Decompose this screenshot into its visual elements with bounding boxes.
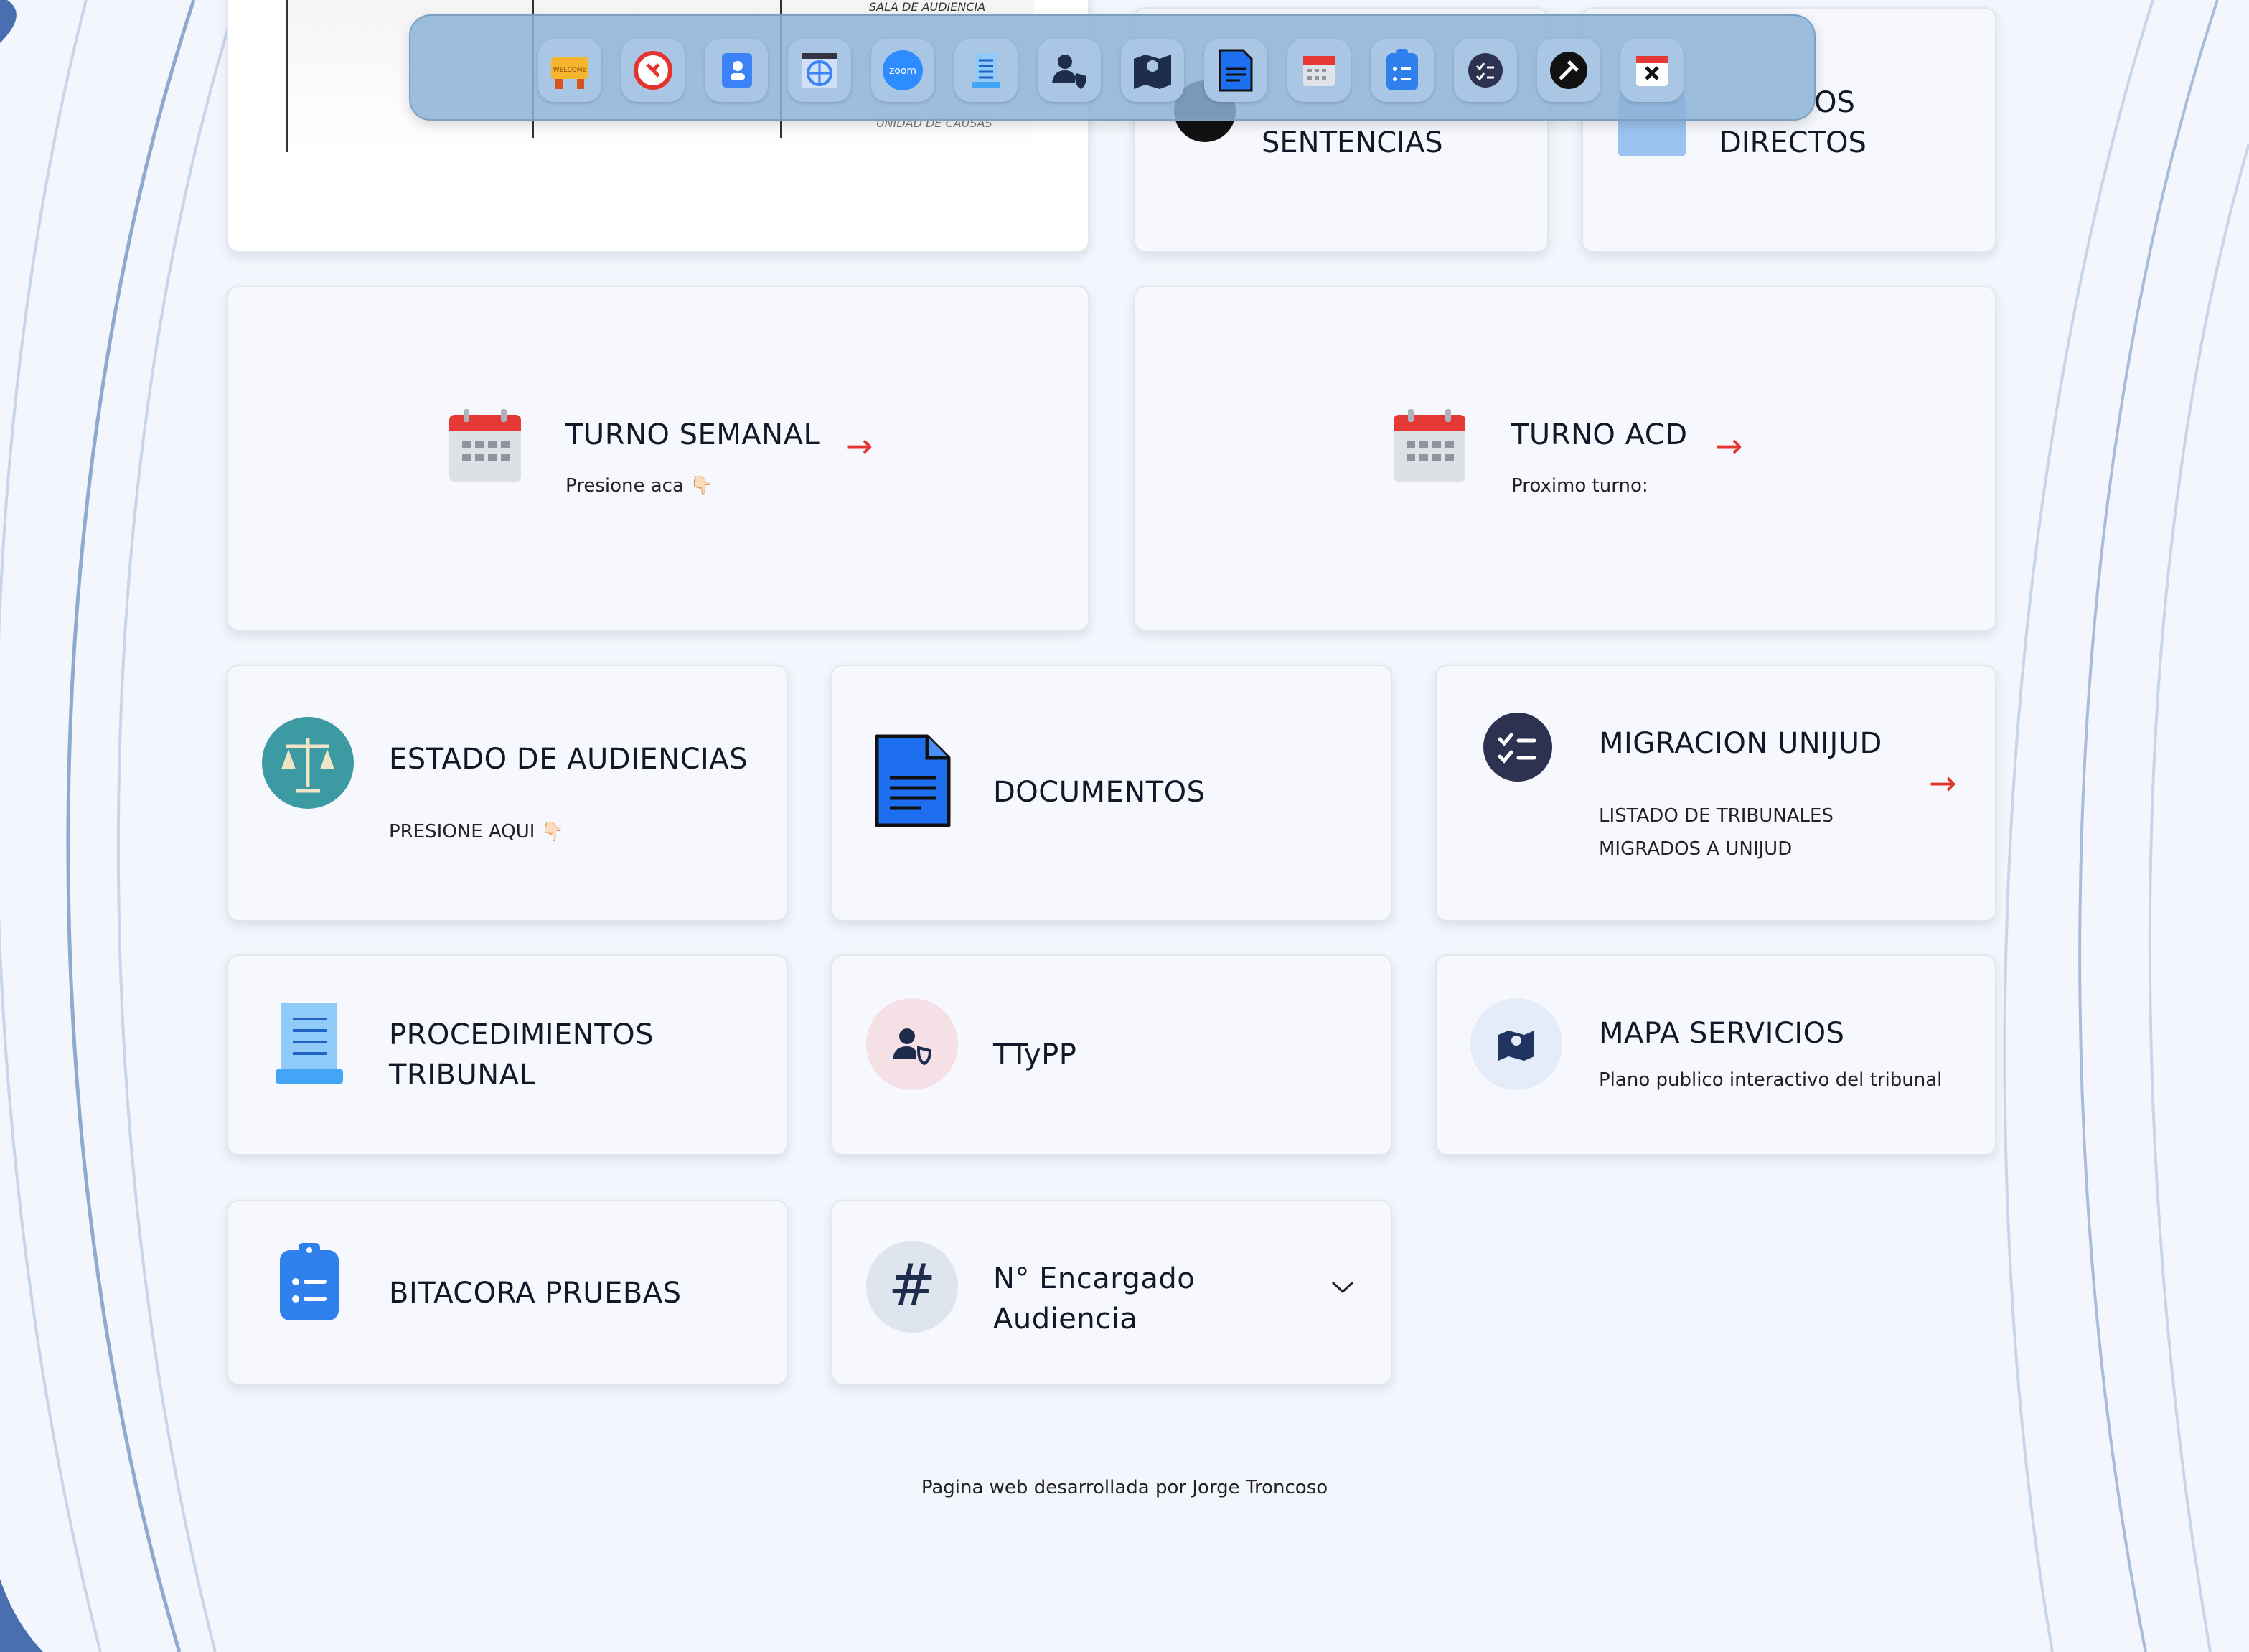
mapa-title: MAPA SERVICIOS (1599, 1017, 1845, 1050)
calendar-icon (1394, 409, 1465, 482)
directos-title-2: DIRECTOS (1719, 126, 1867, 159)
procedimientos-card[interactable]: PROCEDIMIENTOS TRIBUNAL (227, 954, 788, 1155)
ttypp-title: TTyPP (993, 1038, 1077, 1071)
contacts-icon[interactable] (705, 39, 768, 102)
document-icon[interactable] (1204, 39, 1267, 102)
turno-semanal-title: TURNO SEMANAL (565, 418, 820, 451)
procedimientos-title-2: TRIBUNAL (389, 1059, 536, 1092)
user-shield-icon (866, 998, 958, 1090)
sentencias-title: SENTENCIAS (1262, 126, 1443, 159)
footer-text: Pagina web desarrollada por Jorge Tronco… (921, 1477, 1328, 1498)
mapa-card[interactable]: MAPA SERVICIOS Plano publico interactivo… (1435, 954, 1996, 1155)
checklist-icon (1483, 713, 1552, 782)
hash-icon: # (866, 1241, 958, 1333)
encargado-title-1: N° Encargado (993, 1262, 1196, 1295)
calendar-icon (449, 409, 521, 482)
document-list-icon (276, 1003, 343, 1084)
document-list-icon[interactable] (954, 39, 1018, 102)
documentos-title: DOCUMENTOS (993, 776, 1206, 809)
welcome-icon-label: WELCOME (553, 67, 587, 74)
documentos-card[interactable]: DOCUMENTOS (831, 665, 1392, 921)
bitacora-title: BITACORA PRUEBAS (389, 1277, 682, 1310)
zoom-icon-label: zoom (889, 65, 916, 77)
procedimientos-title-1: PROCEDIMIENTOS (389, 1018, 654, 1051)
checklist-icon[interactable] (1454, 39, 1517, 102)
web-icon[interactable] (788, 39, 851, 102)
estado-audiencias-title: ESTADO DE AUDIENCIAS (389, 743, 748, 776)
estado-audiencias-card[interactable]: ESTADO DE AUDIENCIAS PRESIONE AQUI 👇🏻 (227, 665, 788, 921)
app-dock: WELCOME zoom (409, 14, 1816, 121)
turno-acd-title: TURNO ACD (1511, 418, 1688, 451)
chevron-down-icon[interactable] (1330, 1280, 1355, 1295)
svg-text:#: # (888, 1252, 936, 1318)
refresh-icon[interactable] (621, 39, 685, 102)
mapa-subtitle: Plano publico interactivo del tribunal (1599, 1069, 1943, 1091)
encargado-card[interactable]: # N° Encargado Audiencia (831, 1200, 1392, 1385)
welcome-icon[interactable]: WELCOME (538, 39, 601, 102)
document-icon (875, 734, 951, 827)
turno-semanal-card[interactable]: TURNO SEMANAL Presione aca 👇🏻 → (227, 286, 1089, 632)
preview-label-1: SALA DE AUDIENCIA (869, 0, 986, 14)
turno-semanal-subtitle: Presione aca 👇🏻 (565, 475, 713, 497)
estado-audiencias-subtitle: PRESIONE AQUI 👇🏻 (389, 821, 565, 843)
calendar-icon[interactable] (1287, 39, 1351, 102)
gavel-icon[interactable] (1537, 39, 1600, 102)
encargado-title-2: Audiencia (993, 1303, 1138, 1336)
close-calendar-icon[interactable] (1620, 39, 1684, 102)
clipboard-icon (280, 1243, 339, 1320)
scales-icon (262, 717, 354, 809)
arrow-right-icon[interactable]: → (1715, 429, 1743, 462)
user-shield-icon[interactable] (1038, 39, 1101, 102)
clipboard-icon[interactable] (1371, 39, 1434, 102)
turno-acd-card[interactable]: TURNO ACD Proximo turno: → (1134, 286, 1996, 632)
migracion-card[interactable]: MIGRACION UNIJUD LISTADO DE TRIBUNALES M… (1435, 665, 1996, 921)
map-icon[interactable] (1121, 39, 1184, 102)
migracion-title: MIGRACION UNIJUD (1599, 727, 1882, 760)
bitacora-card[interactable]: BITACORA PRUEBAS (227, 1200, 788, 1385)
arrow-right-icon[interactable]: → (845, 429, 873, 462)
map-icon (1470, 998, 1562, 1090)
directos-title-1: OS (1814, 86, 1855, 119)
turno-acd-subtitle: Proximo turno: (1511, 475, 1648, 497)
migracion-subtitle-1: LISTADO DE TRIBUNALES (1599, 805, 1834, 827)
ttypp-card[interactable]: TTyPP (831, 954, 1392, 1155)
arrow-right-icon[interactable]: → (1929, 766, 1957, 799)
migracion-subtitle-2: MIGRADOS A UNIJUD (1599, 838, 1793, 860)
zoom-icon[interactable]: zoom (871, 39, 934, 102)
